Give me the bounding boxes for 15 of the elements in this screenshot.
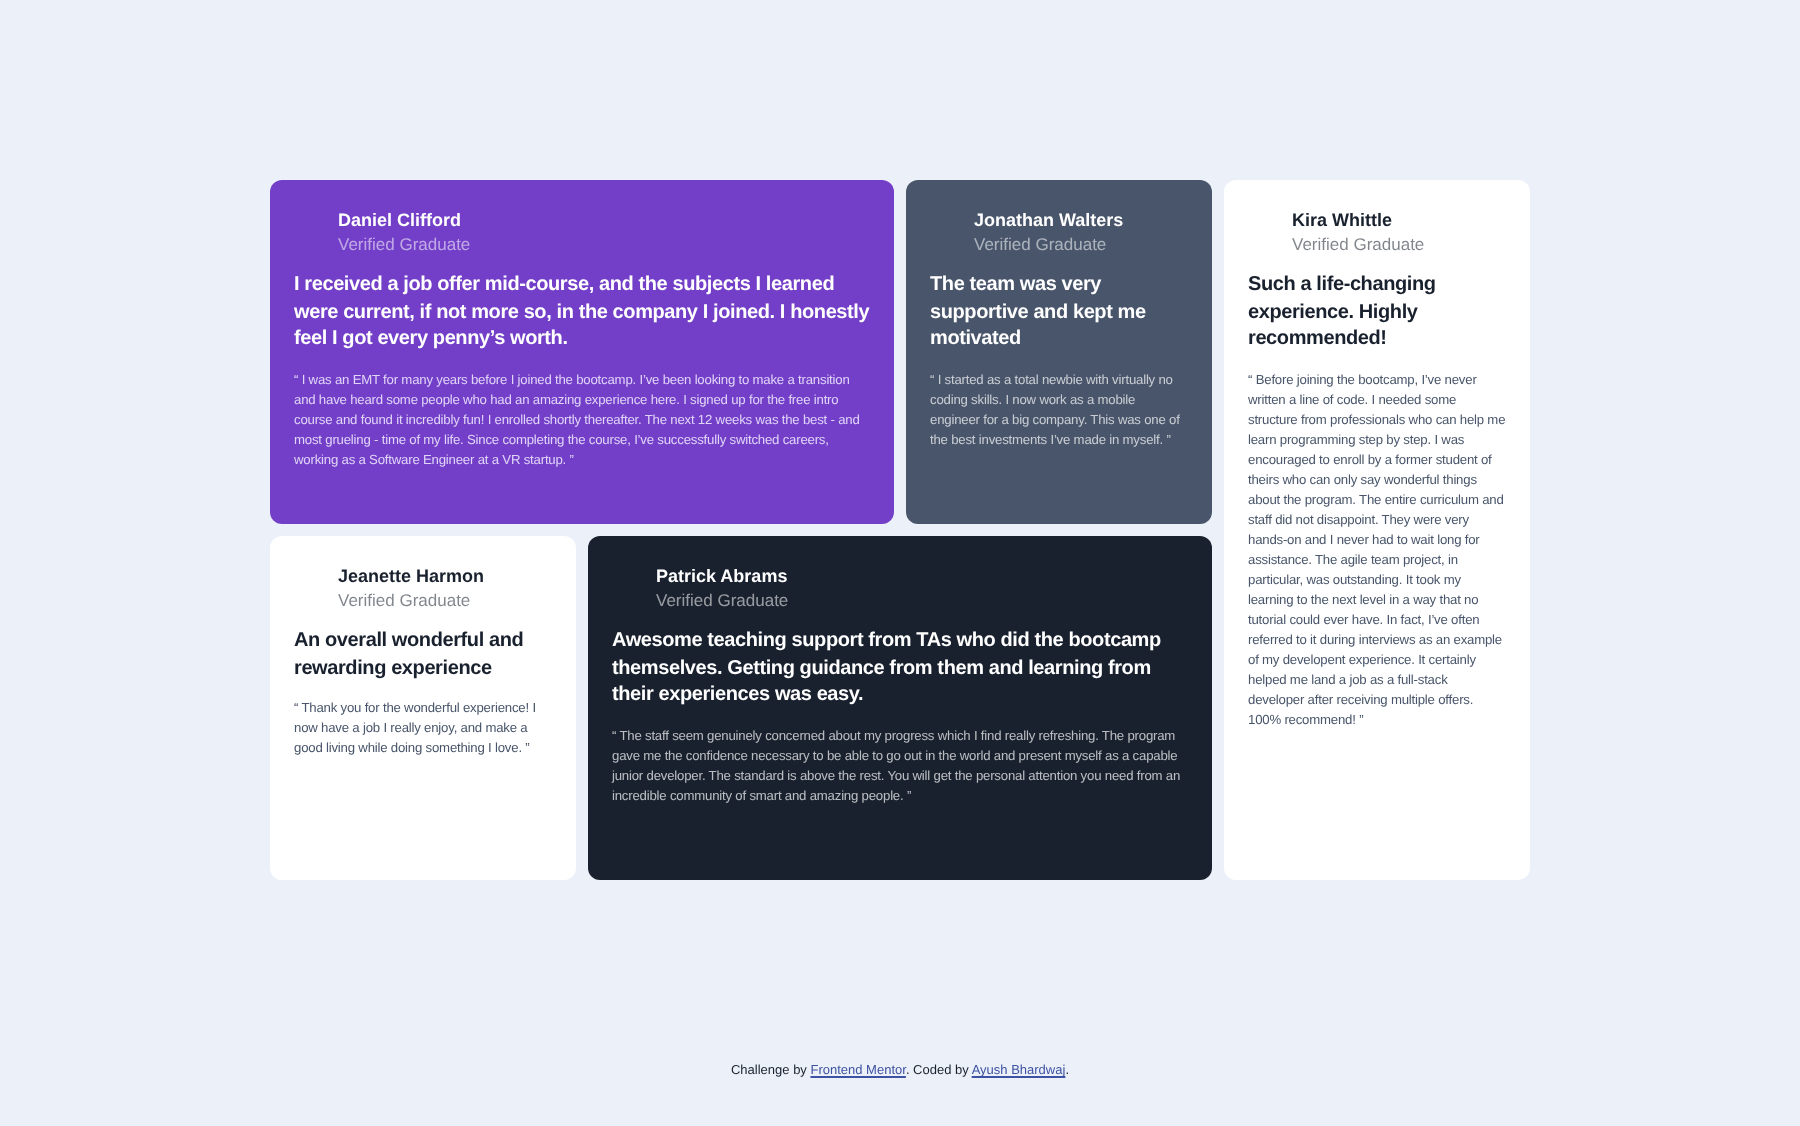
author-name: Jeanette Harmon	[338, 564, 487, 588]
author-name: Kira Whittle	[1292, 208, 1395, 232]
testimonial-headline: Such a life-changing experience. Highly recommended!	[1248, 272, 1438, 353]
author-role: Verified Graduate	[656, 588, 791, 612]
author-role: Verified Graduate	[338, 232, 473, 256]
author-role: Verified Graduate	[338, 588, 473, 612]
author-name: Daniel Clifford	[338, 208, 464, 232]
author-name: Jonathan Walters	[974, 208, 1126, 232]
author-name: Patrick Abrams	[656, 564, 790, 588]
testimonial-headline: The team was very supportive and kept me motivated	[930, 272, 1148, 353]
testimonial-headline: Awesome teaching support from TAs who did the bootcamp themselves. Getting guidance from them and learning from their experiences was easy.	[612, 628, 1163, 709]
testimonial-headline: An overall wonderful and rewarding experience	[294, 628, 526, 682]
testimonial-headline: I received a job offer mid-course, and the subjects I learned were current, if not more so, in the company I joined. I honestly feel I got every penny’s worth.	[294, 272, 870, 353]
author-role: Verified Graduate	[1292, 232, 1427, 256]
author-role: Verified Graduate	[974, 232, 1109, 256]
